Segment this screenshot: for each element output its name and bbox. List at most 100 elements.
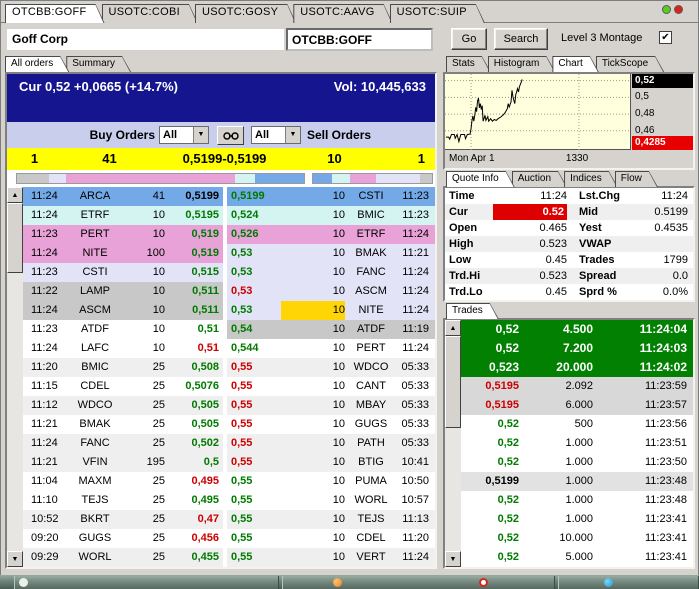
price-summary-bar: Cur 0,52 +0,0665 (+14.7%) Vol: 10,445,63…	[7, 74, 435, 122]
taskbar-browser-button[interactable]	[282, 576, 555, 589]
bid-size: 10	[123, 282, 165, 301]
bid-side: 11:24FANC250,502	[23, 434, 223, 453]
book-row[interactable]: 11:12WDCO250,5050,5510MBAY05:33	[23, 396, 435, 415]
tab-usotc-aavg[interactable]: USOTC:AAVG	[293, 4, 392, 23]
quote-label: Low	[445, 252, 493, 268]
taskbar-window-button[interactable]	[14, 576, 279, 589]
connection-up-indicator-icon	[662, 5, 671, 14]
chevron-down-icon[interactable]: ▼	[285, 127, 300, 143]
book-row[interactable]: 11:04MAXM250,4950,5510PUMA10:50	[23, 472, 435, 491]
sell-filter-select[interactable]: All ▼	[251, 126, 301, 144]
book-row[interactable]: 11:21VFIN1950,50,5510BTIG10:41	[23, 453, 435, 472]
bid-mm: ATDF	[67, 320, 123, 339]
book-row[interactable]: 11:21BMAK250,5050,5510GUGS05:33	[23, 415, 435, 434]
book-row[interactable]: 11:20BMIC250,5080,5510WDCO05:33	[23, 358, 435, 377]
trade-row[interactable]: 0,521.00011:23:50	[461, 453, 693, 472]
tab-summary[interactable]: Summary	[66, 56, 131, 72]
trade-row[interactable]: 0,524.50011:24:04	[461, 320, 693, 339]
bid-time: 11:10	[23, 491, 67, 510]
bid-time: 11:23	[23, 263, 67, 282]
scrollbar-thumb[interactable]	[445, 336, 461, 428]
book-row[interactable]: 09:29WORL250,4550,5510VERT11:24	[23, 548, 435, 567]
trades-scrollbar[interactable]: ▲ ▼	[445, 320, 461, 567]
scroll-down-icon[interactable]: ▼	[7, 551, 23, 567]
trade-row[interactable]: 0,521.00011:23:51	[461, 434, 693, 453]
ask-side: 0,5510CDEL11:20	[227, 529, 435, 548]
tab-indices[interactable]: Indices	[564, 171, 618, 187]
symbol-input[interactable]	[286, 28, 433, 51]
bid-time: 11:24	[23, 339, 67, 358]
scroll-up-icon[interactable]: ▲	[7, 187, 23, 203]
tab-usotc-gosy[interactable]: USOTC:GOSY	[195, 4, 296, 23]
tab-stats[interactable]: Stats	[446, 56, 491, 72]
book-row[interactable]: 11:24ETRF100,51950,52410BMIC11:23	[23, 206, 435, 225]
trade-row[interactable]: 0,521.00011:23:41	[461, 510, 693, 529]
tab-chart[interactable]: Chart	[552, 56, 598, 72]
quote-row: Cur0.52Mid0.5199	[445, 204, 693, 220]
book-row[interactable]: 11:24ARCA410,51990,519910CSTI11:23	[23, 187, 435, 206]
book-row[interactable]: 11:22LAMP100,5110,5310ASCM11:24	[23, 282, 435, 301]
bid-size: 25	[123, 396, 165, 415]
trade-row[interactable]: 0,51952.09211:23:59	[461, 377, 693, 396]
tab-quote-info[interactable]: Quote Info	[446, 171, 515, 187]
trade-row[interactable]: 0,521.00011:23:48	[461, 491, 693, 510]
trade-row[interactable]: 0,5250011:23:56	[461, 415, 693, 434]
ask-price: 0,544	[227, 339, 281, 358]
go-button[interactable]: Go	[451, 28, 487, 50]
tab-auction[interactable]: Auction	[512, 171, 567, 187]
book-row[interactable]: 11:24NITE1000,5190,5310BMAK11:21	[23, 244, 435, 263]
trade-row[interactable]: 0,51991.00011:23:48	[461, 472, 693, 491]
quote-value: 0.523	[493, 268, 567, 284]
book-row[interactable]: 11:24LAFC100,510,54410PERT11:24	[23, 339, 435, 358]
link-filters-button[interactable]	[217, 126, 244, 145]
book-row[interactable]: 09:20GUGS250,4560,5510CDEL11:20	[23, 529, 435, 548]
trade-row[interactable]: 0,527.20011:24:03	[461, 339, 693, 358]
tab-tickscope[interactable]: TickScope	[596, 56, 664, 72]
scrollbar-thumb[interactable]	[7, 203, 23, 273]
tab-label: USOTC:GOSY	[195, 4, 296, 18]
tab-label: Indices	[564, 171, 618, 184]
bid-time: 11:21	[23, 415, 67, 434]
taskbar-skype-button[interactable]	[558, 576, 699, 589]
scroll-down-icon[interactable]: ▼	[445, 551, 461, 567]
book-row[interactable]: 11:10TEJS250,4950,5510WORL10:57	[23, 491, 435, 510]
trade-row[interactable]: 0,525.00011:23:41	[461, 548, 693, 567]
ask-time: 11:23	[393, 206, 431, 225]
tab-trades[interactable]: Trades	[446, 303, 499, 319]
quote-label: Mid	[567, 204, 631, 220]
book-row[interactable]: 11:23CSTI100,5150,5310FANC11:24	[23, 263, 435, 282]
current-price-text: Cur 0,52 +0,0665 (+14.7%)	[19, 79, 178, 94]
scroll-up-icon[interactable]: ▲	[445, 320, 461, 336]
book-row[interactable]: 11:24FANC250,5020,5510PATH05:33	[23, 434, 435, 453]
trade-row[interactable]: 0,51956.00011:23:57	[461, 396, 693, 415]
ask-time: 05:33	[393, 415, 431, 434]
bid-size: 25	[123, 434, 165, 453]
tab-label: Chart	[552, 56, 598, 69]
book-row[interactable]: 11:24ASCM100,5110,5310NITE11:24	[23, 301, 435, 320]
book-row[interactable]: 11:23PERT100,5190,52610ETRF11:24	[23, 225, 435, 244]
level3-montage-checkbox[interactable]: ✔	[659, 31, 672, 44]
tab-all-orders[interactable]: All orders	[5, 56, 69, 72]
bid-price: 0,515	[165, 263, 223, 282]
tab-histogram[interactable]: Histogram	[488, 56, 556, 72]
buy-filter-select[interactable]: All ▼	[159, 126, 209, 144]
tab-usotc-cobi[interactable]: USOTC:COBI	[102, 4, 198, 23]
tab-otcbb-goff[interactable]: OTCBB:GOFF	[5, 4, 105, 23]
company-name: Goff Corp	[7, 29, 284, 50]
tab-usotc-suip[interactable]: USOTC:SUIP	[390, 4, 485, 23]
trade-row[interactable]: 0,52320.00011:24:02	[461, 358, 693, 377]
bid-side: 11:24ETRF100,5195	[23, 206, 223, 225]
bid-time: 10:52	[23, 510, 67, 529]
ask-side: 0,5310ASCM11:24	[227, 282, 435, 301]
book-row[interactable]: 11:15CDEL250,50760,5510CANT05:33	[23, 377, 435, 396]
ask-mm: ATDF	[345, 320, 393, 339]
tab-flow[interactable]: Flow	[615, 171, 658, 187]
tab-label: TickScope	[596, 56, 664, 69]
search-button[interactable]: Search	[494, 28, 548, 50]
book-row[interactable]: 10:52BKRT250,470,5510TEJS11:13	[23, 510, 435, 529]
chevron-down-icon[interactable]: ▼	[193, 127, 208, 143]
order-book-scrollbar[interactable]: ▲ ▼	[7, 187, 23, 567]
trade-row[interactable]: 0,5210.00011:23:41	[461, 529, 693, 548]
book-row[interactable]: 11:23ATDF100,510,5410ATDF11:19	[23, 320, 435, 339]
quote-row: High0.523VWAP	[445, 236, 693, 252]
